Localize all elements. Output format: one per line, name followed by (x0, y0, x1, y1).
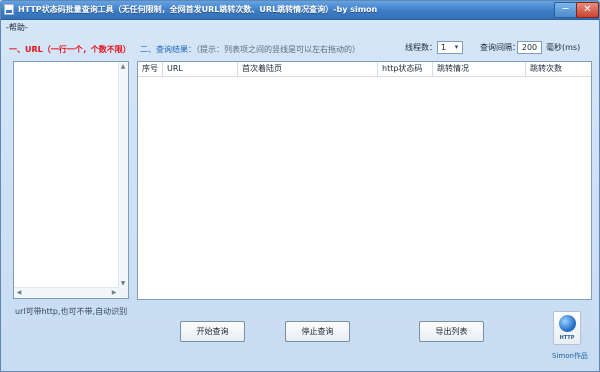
interval-input[interactable]: 200 (517, 41, 542, 54)
app-icon (4, 4, 14, 15)
author-credit: Simon作品 (552, 352, 588, 360)
url-textarea[interactable]: ▲ ▼ ◀ ▶ (13, 61, 129, 299)
scroll-right-icon[interactable]: ▶ (110, 289, 118, 296)
menu-help[interactable]: -帮助- (6, 22, 28, 33)
column-header-redirect-count[interactable]: 跳转次数 (526, 62, 591, 76)
title-bar[interactable]: HTTP状态码批量查询工具（无任何限制，全网首发URL跳转次数、URL跳转情况查… (1, 1, 599, 20)
window-title: HTTP状态码批量查询工具（无任何限制，全网首发URL跳转次数、URL跳转情况查… (18, 5, 378, 14)
threads-value: 1 (441, 43, 447, 52)
column-header-url[interactable]: URL (163, 62, 238, 76)
results-hint: （提示：列表项之间的竖线是可以左右拖动的） (196, 45, 360, 54)
threads-select[interactable]: 1 ▾ (437, 41, 463, 54)
url-note: url可带http,也可不带,自动识别 (15, 307, 128, 316)
menu-bar: -帮助- (1, 20, 599, 33)
scrollbar-corner (119, 288, 128, 298)
scroll-up-icon[interactable]: ▲ (119, 63, 127, 70)
vertical-scrollbar[interactable]: ▲ ▼ (118, 62, 128, 288)
http-globe-icon: HTTP (553, 311, 581, 345)
horizontal-scrollbar[interactable]: ◀ ▶ (14, 287, 119, 298)
results-table[interactable]: 序号 URL 首次着陆页 http状态码 跳转情况 跳转次数 (137, 61, 592, 300)
http-icon-label: HTTP (559, 335, 575, 341)
column-header-status-code[interactable]: http状态码 (378, 62, 433, 76)
app-window: HTTP状态码批量查询工具（无任何限制，全网首发URL跳转次数、URL跳转情况查… (0, 0, 600, 372)
url-input-label: 一、URL（一行一个，个数不限） (9, 45, 131, 54)
close-button[interactable]: ✕ (576, 2, 599, 18)
chevron-down-icon[interactable]: ▾ (452, 43, 461, 52)
column-header-redirect-info[interactable]: 跳转情况 (433, 62, 526, 76)
column-header-landing-page[interactable]: 首次着陆页 (238, 62, 378, 76)
globe-icon (559, 315, 576, 332)
column-header-index[interactable]: 序号 (138, 62, 163, 76)
results-label: 二、查询结果： (140, 45, 196, 54)
stop-query-button[interactable]: 停止查询 (285, 321, 350, 342)
scroll-left-icon[interactable]: ◀ (15, 289, 23, 296)
table-header: 序号 URL 首次着陆页 http状态码 跳转情况 跳转次数 (138, 62, 591, 77)
results-label-wrap: 二、查询结果：（提示：列表项之间的竖线是可以左右拖动的） (140, 44, 360, 55)
threads-label: 线程数： (405, 43, 437, 52)
export-list-button[interactable]: 导出列表 (419, 321, 484, 342)
minimize-button[interactable]: ─ (554, 2, 577, 18)
interval-unit: 毫秒(ms) (546, 43, 581, 52)
start-query-button[interactable]: 开始查询 (180, 321, 245, 342)
interval-label: 查询间隔： (480, 43, 520, 52)
scroll-down-icon[interactable]: ▼ (119, 280, 127, 287)
